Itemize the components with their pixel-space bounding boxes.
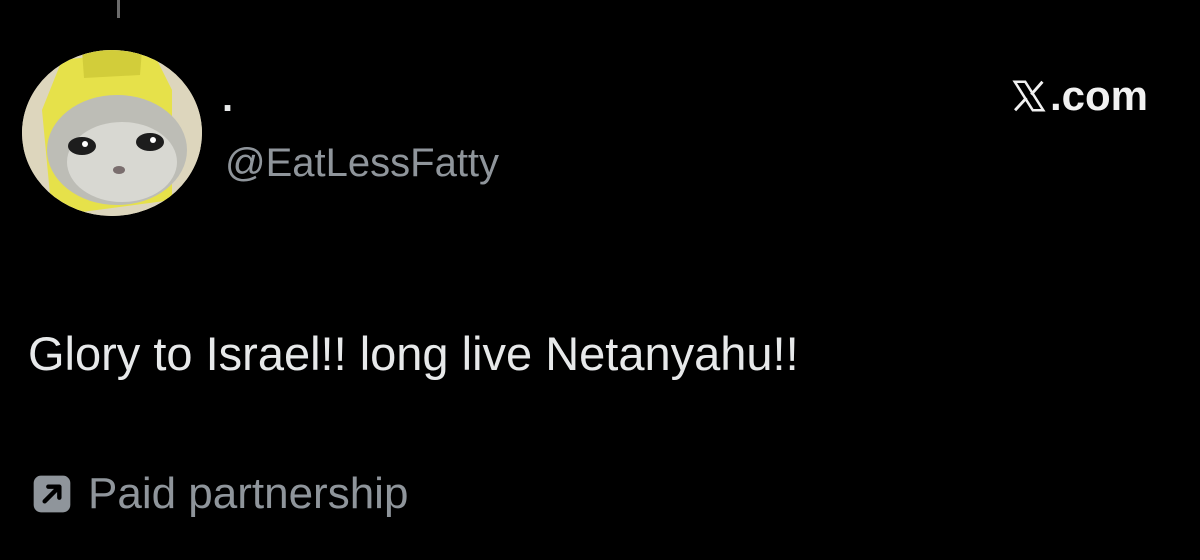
brand-link[interactable]: .com	[1010, 74, 1148, 118]
tweet-text: Glory to Israel!! long live Netanyahu!!	[28, 327, 799, 380]
avatar-image	[22, 50, 202, 216]
avatar[interactable]	[22, 50, 202, 216]
x-logo-icon	[1012, 80, 1046, 112]
brand-label: .com	[1049, 72, 1148, 119]
paid-partnership-label: Paid partnership	[88, 469, 409, 518]
display-name[interactable]: .	[222, 78, 233, 118]
paid-partnership-badge[interactable]: Paid partnership	[30, 472, 408, 516]
arrow-up-right-icon	[33, 475, 71, 513]
user-handle[interactable]: @EatLessFatty	[225, 143, 499, 183]
thread-connector-line	[117, 0, 120, 18]
